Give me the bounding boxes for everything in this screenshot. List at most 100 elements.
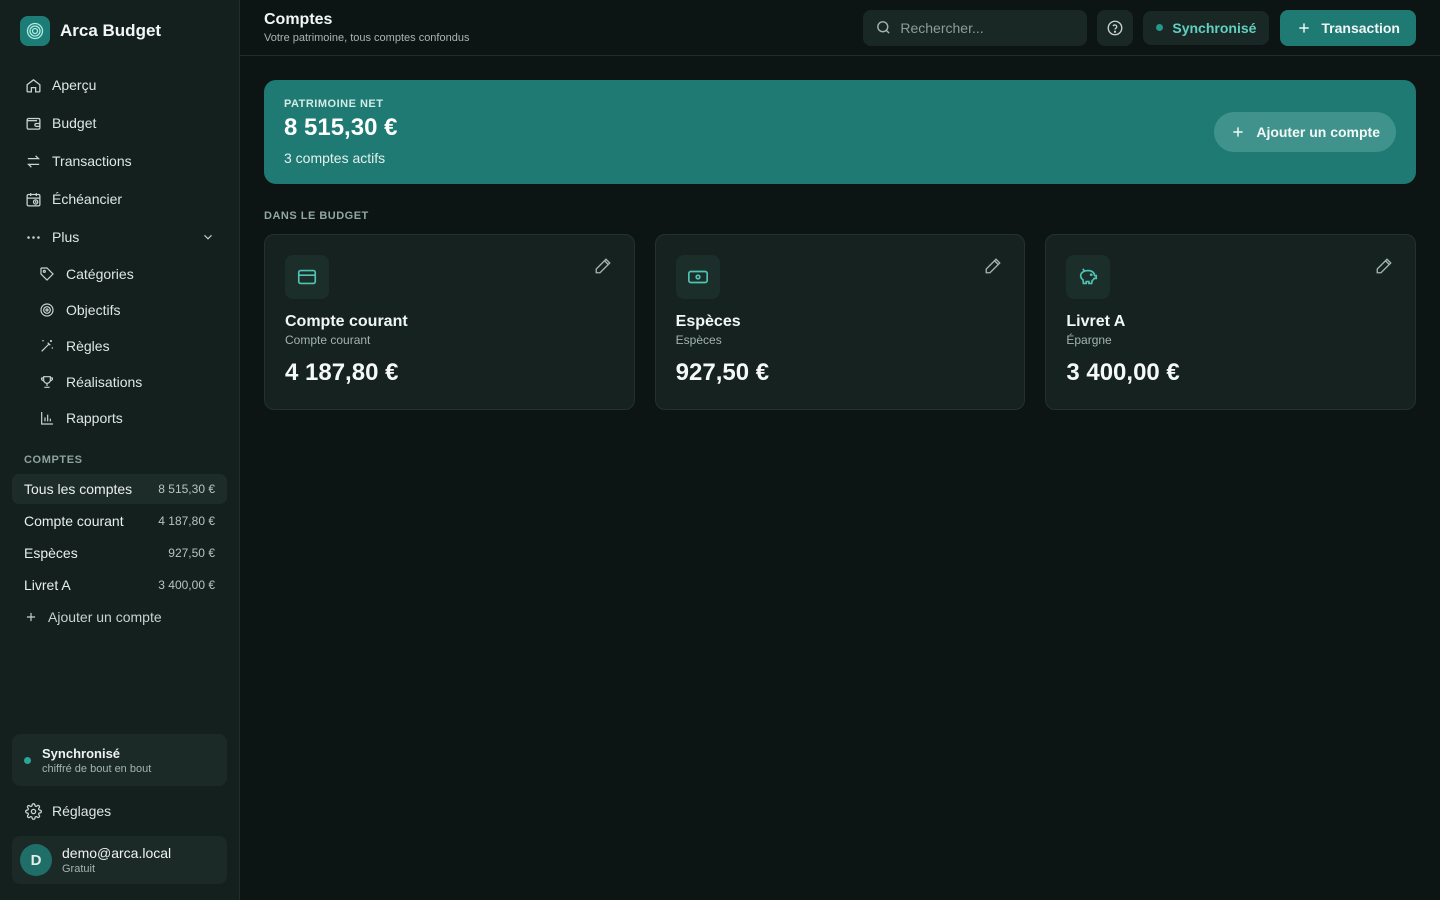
brand-logo-icon <box>20 16 50 46</box>
account-amount: 4 187,80 € <box>158 514 215 528</box>
add-transaction-button[interactable]: Transaction <box>1280 9 1416 46</box>
tag-icon <box>38 265 56 283</box>
add-account-link[interactable]: Ajouter un compte <box>12 602 227 632</box>
accounts-list: Tous les comptes 8 515,30 € Compte coura… <box>0 474 239 632</box>
nav-item-realisations[interactable]: Réalisations <box>26 364 227 400</box>
nav-item-rapports[interactable]: Rapports <box>26 400 227 436</box>
edit-pencil-icon[interactable] <box>594 257 612 275</box>
page-subtitle: Votre patrimoine, tous comptes confondus <box>264 32 470 44</box>
add-transaction-label: Transaction <box>1321 19 1400 36</box>
add-account-label: Ajouter un compte <box>1256 124 1380 140</box>
nav-item-label: Transactions <box>52 153 132 169</box>
nav-item-label: Catégories <box>66 266 134 282</box>
card-account-type: Épargne <box>1066 333 1112 347</box>
target-icon <box>38 301 56 319</box>
card-account-name: Livret A <box>1066 313 1126 330</box>
account-item-livret-a[interactable]: Livret A 3 400,00 € <box>12 570 227 600</box>
sync-status-pill[interactable]: Synchronisé <box>1143 10 1270 45</box>
account-item-all[interactable]: Tous les comptes 8 515,30 € <box>12 474 227 504</box>
card-account-amount: 927,50 € <box>675 359 770 386</box>
account-amount: 3 400,00 € <box>158 578 215 592</box>
account-card-livret-a[interactable]: Livret A Épargne 3 400,00 € <box>1045 234 1417 410</box>
nav-item-plus[interactable]: Plus <box>12 218 227 256</box>
wallet-icon <box>24 114 42 132</box>
avatar: D <box>20 844 52 876</box>
sync-status-box: Synchronisé chiffré de bout en bout <box>12 734 227 786</box>
user-menu[interactable]: D demo@arca.local Gratuit <box>12 836 227 884</box>
net-worth-label: PATRIMOINE NET <box>284 98 384 110</box>
nav-item-label: Budget <box>52 115 97 131</box>
help-circle-icon <box>1106 19 1124 37</box>
more-dots-icon <box>24 228 42 246</box>
card-account-name: Compte courant <box>285 313 408 330</box>
banknote-icon <box>675 255 720 299</box>
card-account-amount: 4 187,80 € <box>285 359 399 386</box>
nav-item-apercu[interactable]: Aperçu <box>12 66 227 104</box>
brand[interactable]: Arca Budget <box>0 0 239 62</box>
nav-item-reglages[interactable]: Réglages <box>12 792 227 830</box>
edit-pencil-icon[interactable] <box>984 257 1002 275</box>
search-box[interactable] <box>863 9 1088 46</box>
accounts-section-label: COMPTES <box>24 454 83 466</box>
account-label: Compte courant <box>24 513 124 529</box>
chevron-down-icon <box>201 230 215 244</box>
credit-card-icon <box>285 255 329 299</box>
sidebar: Arca Budget Aperçu Budget Transactions É… <box>0 0 240 900</box>
net-worth-banner: PATRIMOINE NET 8 515,30 € 3 comptes acti… <box>264 80 1416 184</box>
nav-item-label: Réalisations <box>66 374 143 390</box>
topbar: Comptes Votre patrimoine, tous comptes c… <box>240 0 1440 56</box>
page-title: Comptes <box>264 11 333 28</box>
nav-item-echeancier[interactable]: Échéancier <box>12 180 227 218</box>
main-area: Comptes Votre patrimoine, tous comptes c… <box>240 0 1440 900</box>
search-input[interactable] <box>900 19 1071 36</box>
gear-icon <box>24 802 42 820</box>
edit-pencil-icon[interactable] <box>1375 257 1393 275</box>
card-account-type: Espèces <box>675 333 722 347</box>
sync-title: Synchronisé <box>42 745 121 761</box>
add-account-button[interactable]: Ajouter un compte <box>1214 112 1396 152</box>
sync-pill-label: Synchronisé <box>1172 19 1257 36</box>
account-amount: 8 515,30 € <box>158 482 215 496</box>
card-account-amount: 3 400,00 € <box>1066 359 1180 386</box>
nav-item-objectifs[interactable]: Objectifs <box>26 292 227 328</box>
nav-item-categories[interactable]: Catégories <box>26 256 227 292</box>
nav-item-label: Réglages <box>52 803 112 819</box>
magic-wand-icon <box>38 337 56 355</box>
nav-item-regles[interactable]: Règles <box>26 328 227 364</box>
account-card-especes[interactable]: Espèces Espèces 927,50 € <box>654 234 1026 410</box>
user-email: demo@arca.local <box>62 845 172 861</box>
nav-item-budget[interactable]: Budget <box>12 104 227 142</box>
brand-name: Arca Budget <box>60 21 162 40</box>
trophy-icon <box>38 373 56 391</box>
account-amount: 927,50 € <box>168 546 215 560</box>
active-accounts-count: 3 comptes actifs <box>284 150 386 166</box>
arrows-swap-icon <box>24 152 42 170</box>
card-account-type: Compte courant <box>285 333 371 347</box>
plus-icon <box>1296 20 1312 36</box>
main-nav: Aperçu Budget Transactions Échéancier Pl… <box>0 62 239 436</box>
account-item-compte-courant[interactable]: Compte courant 4 187,80 € <box>12 506 227 536</box>
subnav-plus: Catégories Objectifs Règles Réalisations <box>12 256 227 436</box>
nav-item-label: Rapports <box>66 410 123 426</box>
net-worth-amount: 8 515,30 € <box>284 114 398 141</box>
nav-item-label: Aperçu <box>52 77 97 93</box>
account-label: Espèces <box>24 545 78 561</box>
home-icon <box>24 76 42 94</box>
sync-subtitle: chiffré de bout en bout <box>42 762 152 775</box>
plus-icon <box>1230 124 1246 140</box>
user-plan: Gratuit <box>62 863 96 875</box>
piggy-bank-icon <box>1066 255 1111 299</box>
nav-item-label: Échéancier <box>52 191 123 207</box>
account-card-compte-courant[interactable]: Compte courant Compte courant 4 187,80 € <box>264 234 635 410</box>
account-item-especes[interactable]: Espèces 927,50 € <box>12 538 227 568</box>
help-button[interactable] <box>1097 9 1134 46</box>
account-cards: Compte courant Compte courant 4 187,80 €… <box>264 234 1417 410</box>
account-label: Tous les comptes <box>24 481 133 497</box>
budget-section-label: DANS LE BUDGET <box>264 210 369 222</box>
nav-item-label: Plus <box>52 229 80 245</box>
sync-dot-icon <box>24 756 31 764</box>
plus-icon <box>24 610 38 624</box>
nav-item-label: Objectifs <box>66 302 121 318</box>
sync-dot-icon <box>1156 24 1164 31</box>
nav-item-transactions[interactable]: Transactions <box>12 142 227 180</box>
